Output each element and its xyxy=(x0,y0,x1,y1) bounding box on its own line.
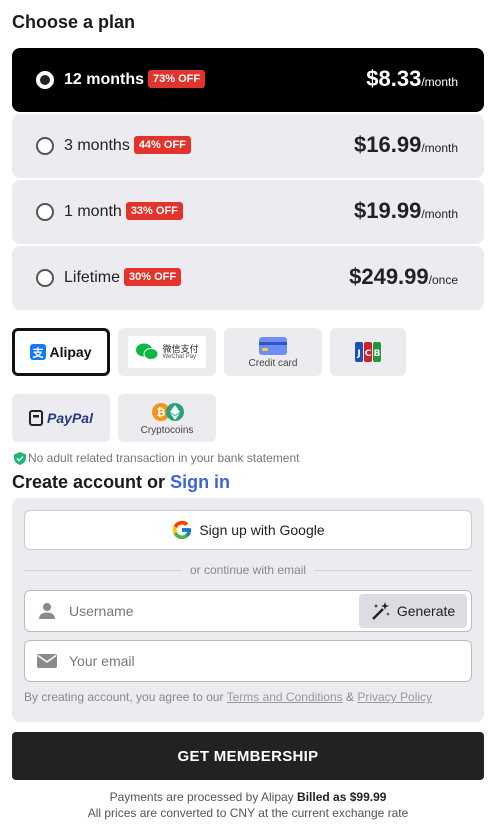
plan-price: $8.33/month xyxy=(366,66,458,91)
sign-in-link[interactable]: Sign in xyxy=(170,472,230,492)
payment-paypal[interactable]: PayPal xyxy=(12,394,110,442)
plan-1-month[interactable]: 1 month 33% OFF $19.99/month xyxy=(12,180,484,244)
or-divider: or continue with email xyxy=(24,562,472,578)
payment-credit-card[interactable]: Credit card xyxy=(224,328,322,376)
credit-card-icon xyxy=(259,336,287,355)
payment-wechat[interactable]: 微信支付 WeChat Pay xyxy=(118,328,216,376)
alipay-icon: 支 xyxy=(30,344,47,360)
plan-name: 1 month 33% OFF xyxy=(64,202,183,221)
radio[interactable] xyxy=(36,137,54,155)
terms-text: By creating account, you agree to our Te… xyxy=(24,690,433,704)
plan-3-months[interactable]: 3 months 44% OFF $16.99/month xyxy=(12,114,484,178)
discount-badge: 44% OFF xyxy=(133,136,191,154)
plan-name: 12 months 73% OFF xyxy=(64,70,206,89)
svg-text:₿: ₿ xyxy=(157,406,166,419)
privacy-link[interactable]: Privacy Policy xyxy=(357,690,432,704)
alipay-logo: 支 Alipay xyxy=(30,344,92,360)
radio-selected[interactable] xyxy=(36,71,54,89)
plan-price: $19.99/month xyxy=(354,198,458,223)
currency-note: All prices are converted to CNY at the c… xyxy=(87,806,409,820)
discount-badge: 33% OFF xyxy=(125,202,183,220)
plan-name: Lifetime 30% OFF xyxy=(64,268,182,287)
payment-jcb[interactable]: J C B xyxy=(330,328,406,376)
plan-12-months[interactable]: 12 months 73% OFF $8.33/month xyxy=(12,48,484,112)
privacy-notice: No adult related transaction in your ban… xyxy=(14,451,300,465)
page-title: Choose a plan xyxy=(12,12,136,32)
signup-panel: Sign up with Google or continue with ema… xyxy=(12,498,484,722)
paypal-icon xyxy=(29,410,44,426)
plan-lifetime[interactable]: Lifetime 30% OFF $249.99/once xyxy=(12,246,484,310)
crypto-icon: ₿ xyxy=(152,402,184,421)
payment-crypto[interactable]: ₿ Cryptocoins xyxy=(118,394,216,442)
wechat-icon xyxy=(136,343,159,360)
magic-wand-icon xyxy=(371,602,390,620)
svg-text:C: C xyxy=(365,349,372,359)
discount-badge: 73% OFF xyxy=(148,70,206,88)
username-field[interactable]: Username Generate xyxy=(24,590,472,632)
crypto-label: Cryptocoins xyxy=(140,424,194,436)
jcb-icon: J C B xyxy=(355,342,381,362)
get-membership-button[interactable]: GET MEMBERSHIP xyxy=(12,732,484,780)
google-icon xyxy=(173,520,192,540)
shield-check-icon xyxy=(14,451,26,465)
google-signup-button[interactable]: Sign up with Google xyxy=(24,510,472,550)
plan-name: 3 months 44% OFF xyxy=(64,136,191,155)
payment-alipay[interactable]: 支 Alipay xyxy=(12,328,110,376)
radio[interactable] xyxy=(36,269,54,287)
create-account-heading: Create account or Sign in xyxy=(12,472,231,492)
paypal-logo: PayPal xyxy=(29,410,93,426)
svg-text:支: 支 xyxy=(32,346,45,360)
generate-button[interactable]: Generate xyxy=(359,594,467,628)
wechat-logo: 微信支付 WeChat Pay xyxy=(128,336,206,368)
mail-icon xyxy=(25,654,69,668)
email-field[interactable]: Your email xyxy=(24,640,472,682)
user-icon xyxy=(25,602,69,620)
credit-card-label: Credit card xyxy=(248,357,298,369)
discount-badge: 30% OFF xyxy=(124,268,182,286)
radio[interactable] xyxy=(36,203,54,221)
svg-text:J: J xyxy=(356,349,360,359)
svg-text:B: B xyxy=(374,349,381,359)
terms-link[interactable]: Terms and Conditions xyxy=(227,690,343,704)
email-placeholder: Your email xyxy=(69,653,135,669)
plan-price: $249.99/once xyxy=(349,264,458,289)
username-placeholder: Username xyxy=(69,603,134,619)
plan-price: $16.99/month xyxy=(354,132,458,157)
billed-amount: Billed as $99.99 xyxy=(297,790,387,804)
payment-processor-note: Payments are processed by Alipay Billed … xyxy=(109,790,387,804)
